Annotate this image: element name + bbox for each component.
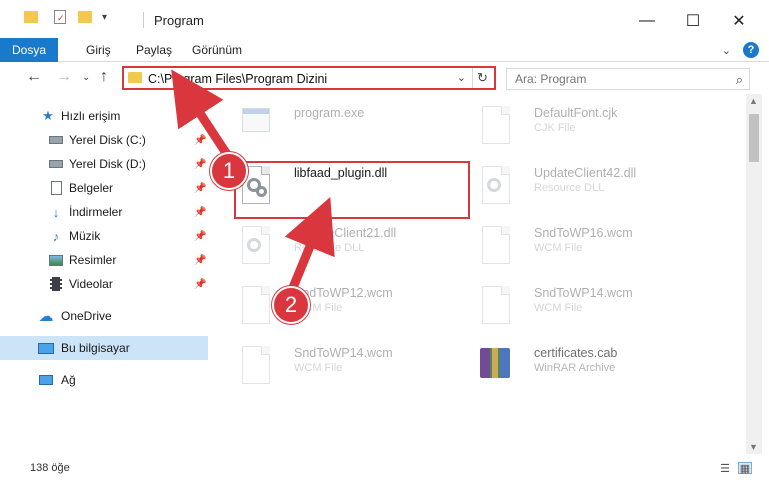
- annotation-arrows: [171, 69, 335, 295]
- step-1-badge: 1: [210, 152, 248, 190]
- step-2-badge: 2: [272, 286, 310, 324]
- arrow-2: [284, 197, 335, 295]
- arrow-1: [171, 69, 233, 161]
